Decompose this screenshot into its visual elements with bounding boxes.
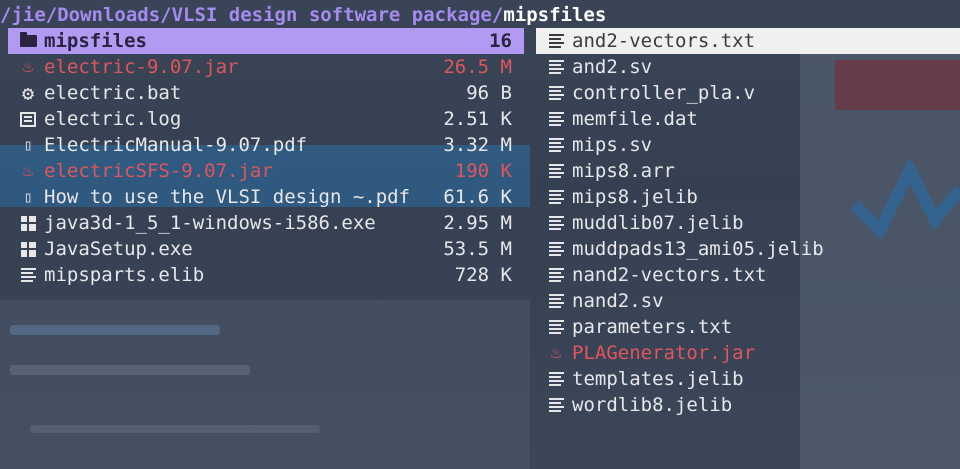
- file-row[interactable]: electric.log 2.51 K: [8, 106, 524, 132]
- text-file-icon: [546, 262, 566, 288]
- file-name: java3d-1_5_1-windows-i586.exe: [44, 212, 376, 234]
- backdrop-blur-text: [10, 365, 250, 375]
- file-row[interactable]: and2-vectors.txt: [536, 28, 960, 54]
- path-current: mipsfiles: [503, 4, 607, 26]
- file-row[interactable]: templates.jelib: [536, 366, 960, 392]
- file-name: parameters.txt: [572, 316, 733, 338]
- text-file-icon: [546, 184, 566, 210]
- file-row[interactable]: mipsparts.elib 728 K: [8, 262, 524, 288]
- file-row[interactable]: memfile.dat: [536, 106, 960, 132]
- file-name: JavaSetup.exe: [44, 238, 193, 260]
- backdrop-blur-text: [30, 425, 320, 433]
- file-name: wordlib8.jelib: [572, 394, 733, 416]
- folder-icon: [18, 28, 38, 54]
- parent-directory-pane: mipsfiles 16 ♨ electric-9.07.jar 26.5 M ⚙ elec…: [8, 28, 524, 288]
- file-row[interactable]: JavaSetup.exe 53.5 M: [8, 236, 524, 262]
- backdrop-blur-text: [10, 325, 220, 335]
- text-file-icon: [546, 366, 566, 392]
- path-parent: /jie/Downloads/VLSI design software pack…: [0, 4, 504, 26]
- windows-icon: [18, 210, 38, 236]
- file-row[interactable]: ⚙ electric.bat 96 B: [8, 80, 524, 106]
- file-name: mipsparts.elib: [44, 264, 205, 286]
- file-name: muddlib07.jelib: [572, 212, 744, 234]
- file-row[interactable]: ▯ ElectricManual-9.07.pdf 3.32 M: [8, 132, 524, 158]
- file-row[interactable]: muddpads13_ami05.jelib: [536, 236, 960, 262]
- file-name: electric-9.07.jar: [44, 56, 239, 78]
- text-file-icon: [546, 314, 566, 340]
- file-name: muddpads13_ami05.jelib: [572, 238, 824, 260]
- java-icon: ♨: [22, 56, 34, 77]
- file-size: 61.6 K: [443, 186, 512, 208]
- text-file-icon: [546, 392, 566, 418]
- text-file-icon: [546, 210, 566, 236]
- preview-directory-pane: and2-vectors.txt and2.sv controller_pla.vm…: [536, 28, 960, 418]
- file-name: nand2.sv: [572, 290, 664, 312]
- java-icon: ♨: [22, 160, 34, 181]
- file-row[interactable]: nand2-vectors.txt: [536, 262, 960, 288]
- file-row[interactable]: wordlib8.jelib: [536, 392, 960, 418]
- file-size: 190 K: [454, 160, 512, 182]
- file-row[interactable]: mipsfiles 16: [8, 28, 524, 54]
- text-file-icon: [546, 236, 566, 262]
- file-size: 3.32 M: [443, 134, 512, 156]
- file-row[interactable]: muddlib07.jelib: [536, 210, 960, 236]
- text-file-icon: [546, 106, 566, 132]
- file-size: 2.51 K: [443, 108, 512, 130]
- file-name: PLAGenerator.jar: [572, 342, 756, 364]
- file-name: How to use the VLSI design ~.pdf: [44, 186, 411, 208]
- file-name: and2.sv: [572, 56, 653, 78]
- text-file-icon: [546, 54, 566, 80]
- file-name: electric.bat: [44, 82, 182, 104]
- file-size: 53.5 M: [443, 238, 512, 260]
- text-file-icon: [546, 28, 566, 54]
- file-size: 16: [489, 30, 512, 52]
- unknown-glyph-icon: ▯: [23, 136, 33, 154]
- file-name: and2-vectors.txt: [572, 30, 756, 52]
- file-name: ElectricManual-9.07.pdf: [44, 134, 308, 156]
- text-file-icon: [18, 262, 38, 288]
- file-name: mipsfiles: [44, 30, 147, 52]
- file-row[interactable]: and2.sv: [536, 54, 960, 80]
- text-file-icon: [546, 158, 566, 184]
- file-name: controller_pla.v: [572, 82, 756, 104]
- file-name: electricSFS-9.07.jar: [44, 160, 273, 182]
- file-name: electric.log: [44, 108, 182, 130]
- java-icon: ♨: [550, 342, 562, 363]
- gear-icon: ⚙: [21, 81, 35, 105]
- file-row[interactable]: nand2.sv: [536, 288, 960, 314]
- file-name: nand2-vectors.txt: [572, 264, 767, 286]
- file-size: 2.95 M: [443, 212, 512, 234]
- file-row[interactable]: java3d-1_5_1-windows-i586.exe 2.95 M: [8, 210, 524, 236]
- file-name: templates.jelib: [572, 368, 744, 390]
- file-size: 728 K: [454, 264, 512, 286]
- file-row[interactable]: ▯ How to use the VLSI design ~.pdf 61.6 K: [8, 184, 524, 210]
- file-name: mips8.arr: [572, 160, 675, 182]
- file-row[interactable]: ♨ PLAGenerator.jar: [536, 340, 960, 366]
- file-name: mips8.jelib: [572, 186, 698, 208]
- file-row[interactable]: parameters.txt: [536, 314, 960, 340]
- file-row[interactable]: mips8.jelib: [536, 184, 960, 210]
- file-size: 26.5 M: [443, 56, 512, 78]
- file-row[interactable]: ♨ electric-9.07.jar 26.5 M: [8, 54, 524, 80]
- text-file-icon: [546, 80, 566, 106]
- text-file-icon: [546, 288, 566, 314]
- file-row[interactable]: mips.sv: [536, 132, 960, 158]
- current-path: /jie/Downloads/VLSI design software pack…: [0, 2, 606, 28]
- file-row[interactable]: controller_pla.v: [536, 80, 960, 106]
- file-row[interactable]: ♨ electricSFS-9.07.jar 190 K: [8, 158, 524, 184]
- text-file-icon: [546, 132, 566, 158]
- log-icon: [18, 106, 38, 132]
- windows-icon: [18, 236, 38, 262]
- file-name: mips.sv: [572, 134, 653, 156]
- file-row[interactable]: mips8.arr: [536, 158, 960, 184]
- file-name: memfile.dat: [572, 108, 698, 130]
- unknown-glyph-icon: ▯: [23, 188, 33, 206]
- file-size: 96 B: [466, 82, 512, 104]
